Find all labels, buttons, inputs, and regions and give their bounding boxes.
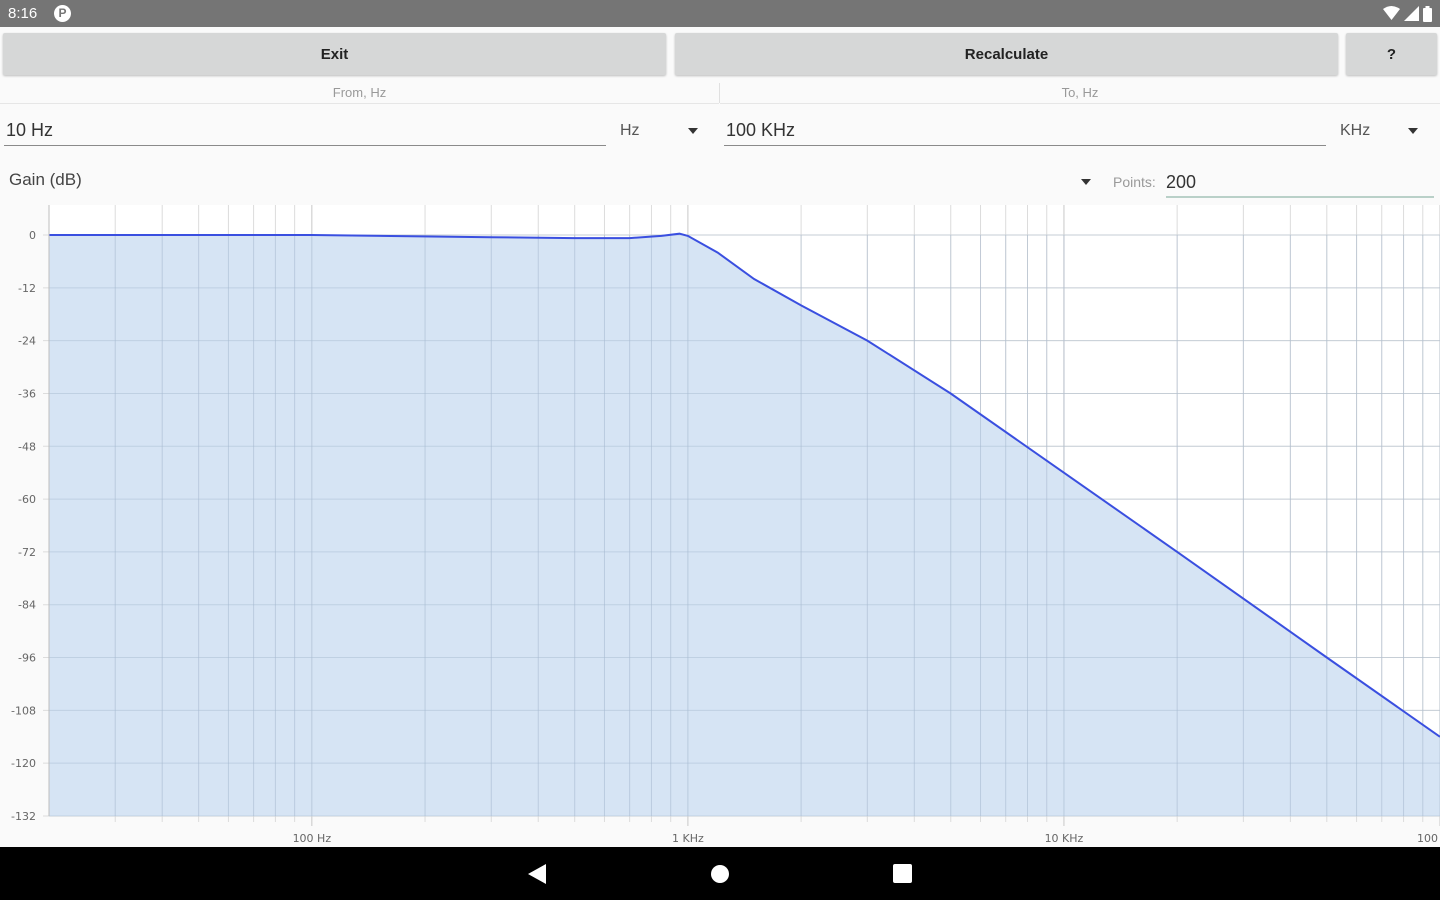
y-tick-label: 0: [29, 229, 36, 242]
y-tick-label: -48: [18, 440, 36, 453]
y-tick-label: -60: [18, 493, 36, 506]
points-input[interactable]: [1166, 168, 1434, 198]
y-tick-label: -72: [18, 546, 36, 559]
signal-icon: [1404, 6, 1419, 21]
battery-icon: [1423, 5, 1432, 22]
from-unit-value: Hz: [620, 122, 640, 139]
y-tick-label: -36: [18, 387, 36, 400]
navigation-bar: [0, 847, 1440, 900]
x-tick-label: 1 KHz: [672, 832, 704, 845]
status-time: 8:16: [8, 5, 38, 22]
points-label: Points:: [1113, 174, 1156, 190]
x-tick-label: 100 Hz: [293, 832, 332, 845]
chevron-down-icon: [688, 128, 698, 134]
recalculate-button[interactable]: Recalculate: [675, 33, 1338, 75]
wifi-icon: [1383, 6, 1400, 20]
gain-chart: 0 -12 -24 -36 -48 -60 -72 -84 -96 -108 -120 -132 100…: [11, 205, 1440, 845]
home-icon[interactable]: [710, 864, 730, 884]
y-tick-label: -132: [11, 810, 36, 823]
y-tick-label: -24: [18, 335, 36, 348]
y-tick-label: -120: [11, 757, 36, 770]
x-tick-label: 100: [1417, 832, 1438, 845]
status-bar: 8:16 P: [0, 0, 1440, 27]
recents-icon[interactable]: [893, 864, 912, 883]
from-frequency-input[interactable]: [4, 116, 606, 146]
y-tick-label: -108: [11, 704, 36, 717]
app-notification-icon: P: [54, 5, 71, 22]
plot-mode-value: Gain (dB): [9, 170, 82, 189]
y-tick-label: -84: [18, 599, 36, 612]
status-icons: [1383, 5, 1432, 22]
back-icon[interactable]: [528, 864, 546, 884]
chevron-down-icon: [1408, 128, 1418, 134]
to-frequency-input[interactable]: [724, 116, 1326, 146]
y-tick-label: -96: [18, 652, 36, 665]
from-label: From, Hz: [0, 83, 719, 104]
help-button[interactable]: ?: [1346, 33, 1437, 75]
x-tick-label: 10 KHz: [1045, 832, 1084, 845]
to-unit-value: KHz: [1340, 122, 1371, 139]
exit-button[interactable]: Exit: [3, 33, 666, 75]
chevron-down-icon: [1081, 179, 1091, 185]
y-tick-label: -12: [18, 282, 36, 295]
to-label: To, Hz: [720, 83, 1440, 104]
